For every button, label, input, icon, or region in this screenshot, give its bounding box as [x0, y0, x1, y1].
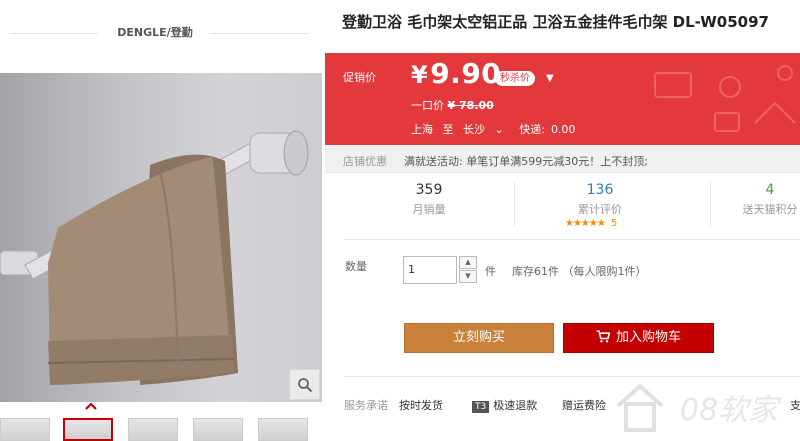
brand-name[interactable]: DENGLE/登勤	[0, 24, 310, 40]
chevron-down-icon[interactable]: ▼	[546, 73, 554, 84]
original-price: 一口价 ¥ 78.00	[411, 97, 494, 113]
product-main-image[interactable]	[0, 73, 322, 402]
currency-symbol: ¥	[447, 99, 456, 112]
services-label: 服务承诺	[344, 399, 388, 412]
original-price-value: ¥ 78.00	[448, 99, 494, 112]
service-ontime-delivery[interactable]: 按时发货	[399, 397, 443, 413]
promo-price: ¥9.90	[411, 57, 501, 90]
promotion-text: 满就送活动: 单笔订单满599元减30元！上不封顶;	[404, 155, 648, 168]
quantity-input[interactable]: 1	[403, 256, 457, 284]
product-title: 登勤卫浴 毛巾架太空铝正品 卫浴五金挂件毛巾架 DL-W05097	[342, 13, 769, 31]
service-fast-refund-label: 极速退款	[493, 399, 538, 412]
divider	[210, 33, 308, 34]
quantity-increment-button[interactable]: ▲	[459, 256, 477, 269]
seckill-badge: 秒杀价	[495, 71, 535, 86]
rating-value: 5	[610, 218, 618, 229]
add-to-cart-label: 加入购物车	[615, 330, 681, 345]
thumbnail[interactable]	[193, 418, 243, 441]
shipping-fee: 0.00	[550, 123, 576, 136]
reviews-label: 累计评价	[578, 203, 622, 216]
promotion-label: 店铺优惠	[343, 155, 387, 168]
price-value: 9.90	[430, 57, 502, 90]
add-to-cart-button[interactable]: 加入购物车	[563, 323, 714, 353]
ship-to-select[interactable]: 长沙 ⌄	[463, 123, 510, 136]
quantity-label: 数量	[345, 260, 367, 273]
shipping-fee-label: 快递:	[519, 123, 545, 136]
t3-badge: T3	[472, 401, 490, 413]
divider	[514, 182, 515, 226]
brand-header: DENGLE/登勤	[0, 0, 325, 70]
stock-info: 库存61件 （每人限购1件）	[512, 265, 647, 278]
product-stats: 359 月销量 136 累计评价 ★★★★★ 5 4 送天猫积分	[325, 174, 800, 234]
thumbnail-selected[interactable]	[63, 418, 113, 441]
divider	[344, 239, 800, 240]
points-stat: 4 送天猫积分	[695, 174, 800, 234]
service-fast-refund[interactable]: T3 极速退款	[472, 397, 537, 413]
points-label: 送天猫积分	[742, 203, 798, 216]
chevron-up-icon[interactable]	[84, 400, 98, 412]
buy-now-button[interactable]: 立刻购买	[404, 323, 554, 353]
currency-symbol: ¥	[411, 61, 429, 89]
site-watermark: 08软家	[598, 356, 800, 441]
quantity-decrement-button[interactable]: ▼	[459, 270, 477, 283]
promo-price-label: 促销价	[343, 71, 376, 84]
price-panel: 促销价 ¥9.90 秒杀价 ▼ 一口价 ¥ 78.00 上海 至 长沙 ⌄ 快递…	[325, 53, 800, 145]
reviews-count[interactable]: 136	[525, 182, 675, 198]
rating-stars: ★★★★★ 5	[565, 218, 617, 229]
points-value: 4	[765, 182, 775, 198]
house-logo-icon: 08软家	[616, 383, 782, 432]
original-price-number: 78.00	[459, 99, 494, 112]
quantity-unit: 件	[485, 265, 496, 278]
ship-to-word: 至	[442, 123, 454, 136]
chevron-down-icon: ⌄	[494, 123, 504, 136]
magnifier-icon	[297, 377, 312, 392]
thumbnail[interactable]	[128, 418, 178, 441]
watermark-text: 08软家	[680, 393, 782, 428]
thumbnail[interactable]	[0, 418, 50, 441]
thumbnail[interactable]	[258, 418, 308, 441]
star-icons: ★★★★★	[565, 218, 606, 229]
shipping-info: 上海 至 长沙 ⌄ 快递: 0.00	[411, 121, 581, 137]
store-promotion: 店铺优惠 满就送活动: 单笔订单满599元减30元！上不封顶;	[325, 146, 800, 173]
zoom-button[interactable]	[289, 369, 320, 400]
monthly-sales-stat: 359 月销量	[354, 174, 504, 234]
original-price-label: 一口价	[411, 99, 444, 112]
ship-to-city: 长沙	[463, 123, 485, 136]
monthly-sales-label: 月销量	[412, 203, 446, 216]
cart-icon	[596, 329, 610, 342]
towel-rack-illustration	[0, 130, 309, 385]
ship-from: 上海	[411, 123, 433, 136]
monthly-sales-value: 359	[415, 182, 443, 198]
thumbnail-strip	[0, 418, 325, 441]
